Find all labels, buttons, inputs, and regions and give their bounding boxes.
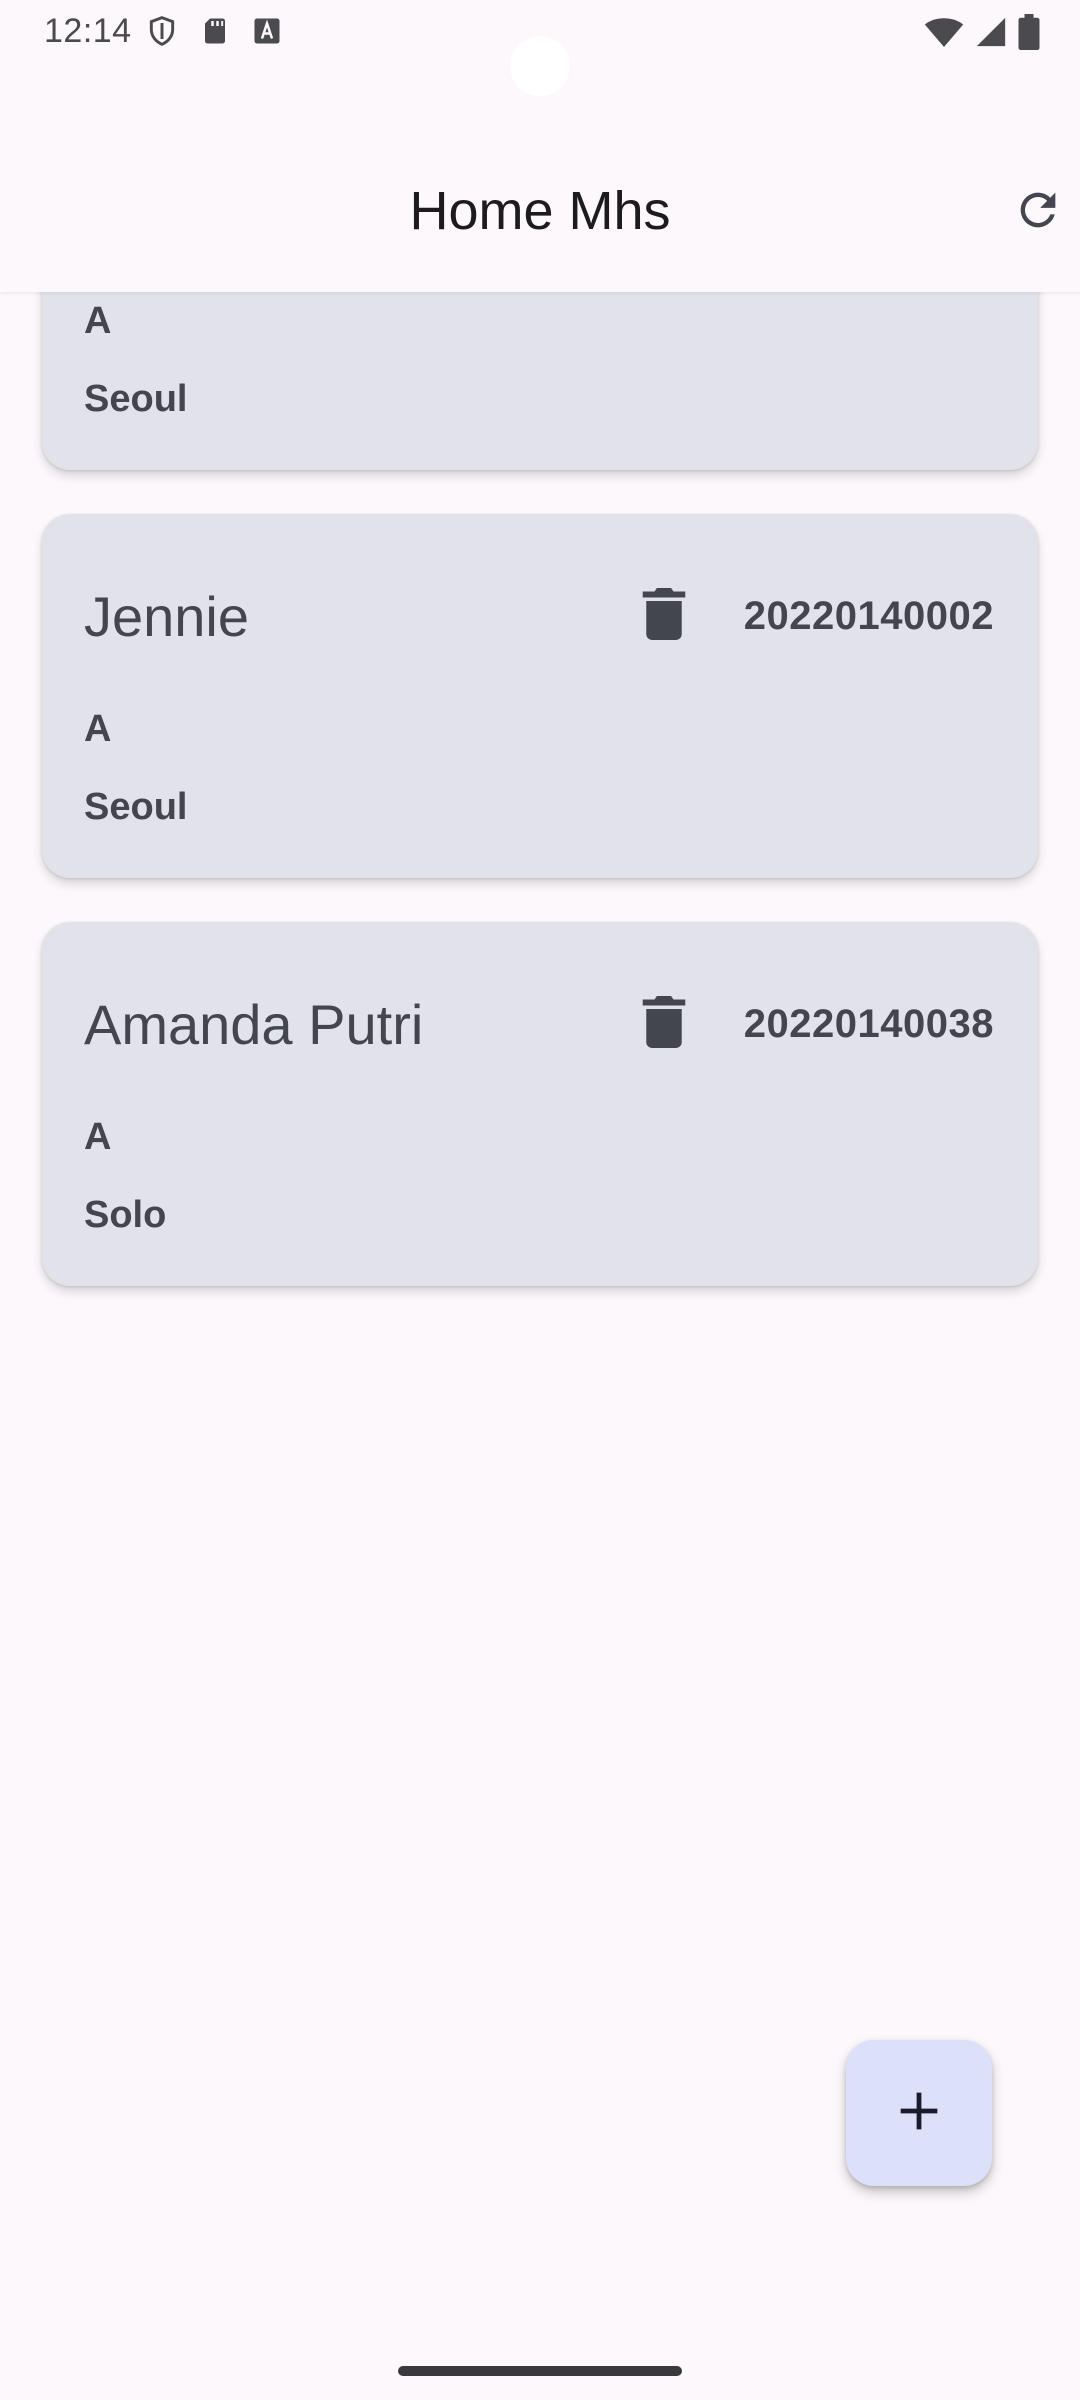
sd-card-icon — [200, 14, 230, 53]
trash-icon — [642, 995, 686, 1053]
wifi-icon — [924, 15, 964, 54]
status-icons-right — [924, 14, 1040, 55]
refresh-icon — [1012, 184, 1064, 241]
student-class: A — [84, 1116, 112, 1158]
delete-button[interactable] — [632, 584, 696, 648]
student-class: A — [84, 300, 112, 342]
cellular-signal-icon — [974, 15, 1008, 54]
student-name: Jennie — [84, 585, 250, 648]
status-icons-left — [146, 14, 282, 53]
student-name: Amanda Putri — [84, 993, 424, 1056]
student-city: Solo — [84, 1194, 167, 1236]
student-nim: 20220140002 — [743, 594, 994, 638]
delete-button[interactable] — [632, 992, 696, 1056]
trash-icon — [642, 587, 686, 645]
font-a-icon — [252, 16, 282, 51]
gesture-nav-handle[interactable] — [398, 2366, 682, 2376]
student-card[interactable]: Jennie 20220140002 A Seoul — [42, 514, 1038, 878]
add-student-button[interactable] — [846, 2040, 992, 2186]
page-title: Home Mhs — [409, 181, 671, 241]
student-class: A — [84, 708, 112, 750]
status-time: 12:14 — [44, 12, 132, 50]
status-bar: 12:14 — [0, 0, 1080, 96]
refresh-button[interactable] — [1006, 180, 1070, 244]
student-card[interactable]: Amanda Putri 20220140038 A Solo — [42, 922, 1038, 1286]
battery-icon — [1018, 14, 1040, 55]
student-city: Seoul — [84, 378, 188, 420]
camera-cutout — [510, 36, 570, 96]
student-city: Seoul — [84, 786, 188, 828]
student-nim: 20220140038 — [743, 1002, 994, 1046]
plus-icon — [897, 2089, 941, 2138]
shield-icon — [146, 14, 178, 53]
